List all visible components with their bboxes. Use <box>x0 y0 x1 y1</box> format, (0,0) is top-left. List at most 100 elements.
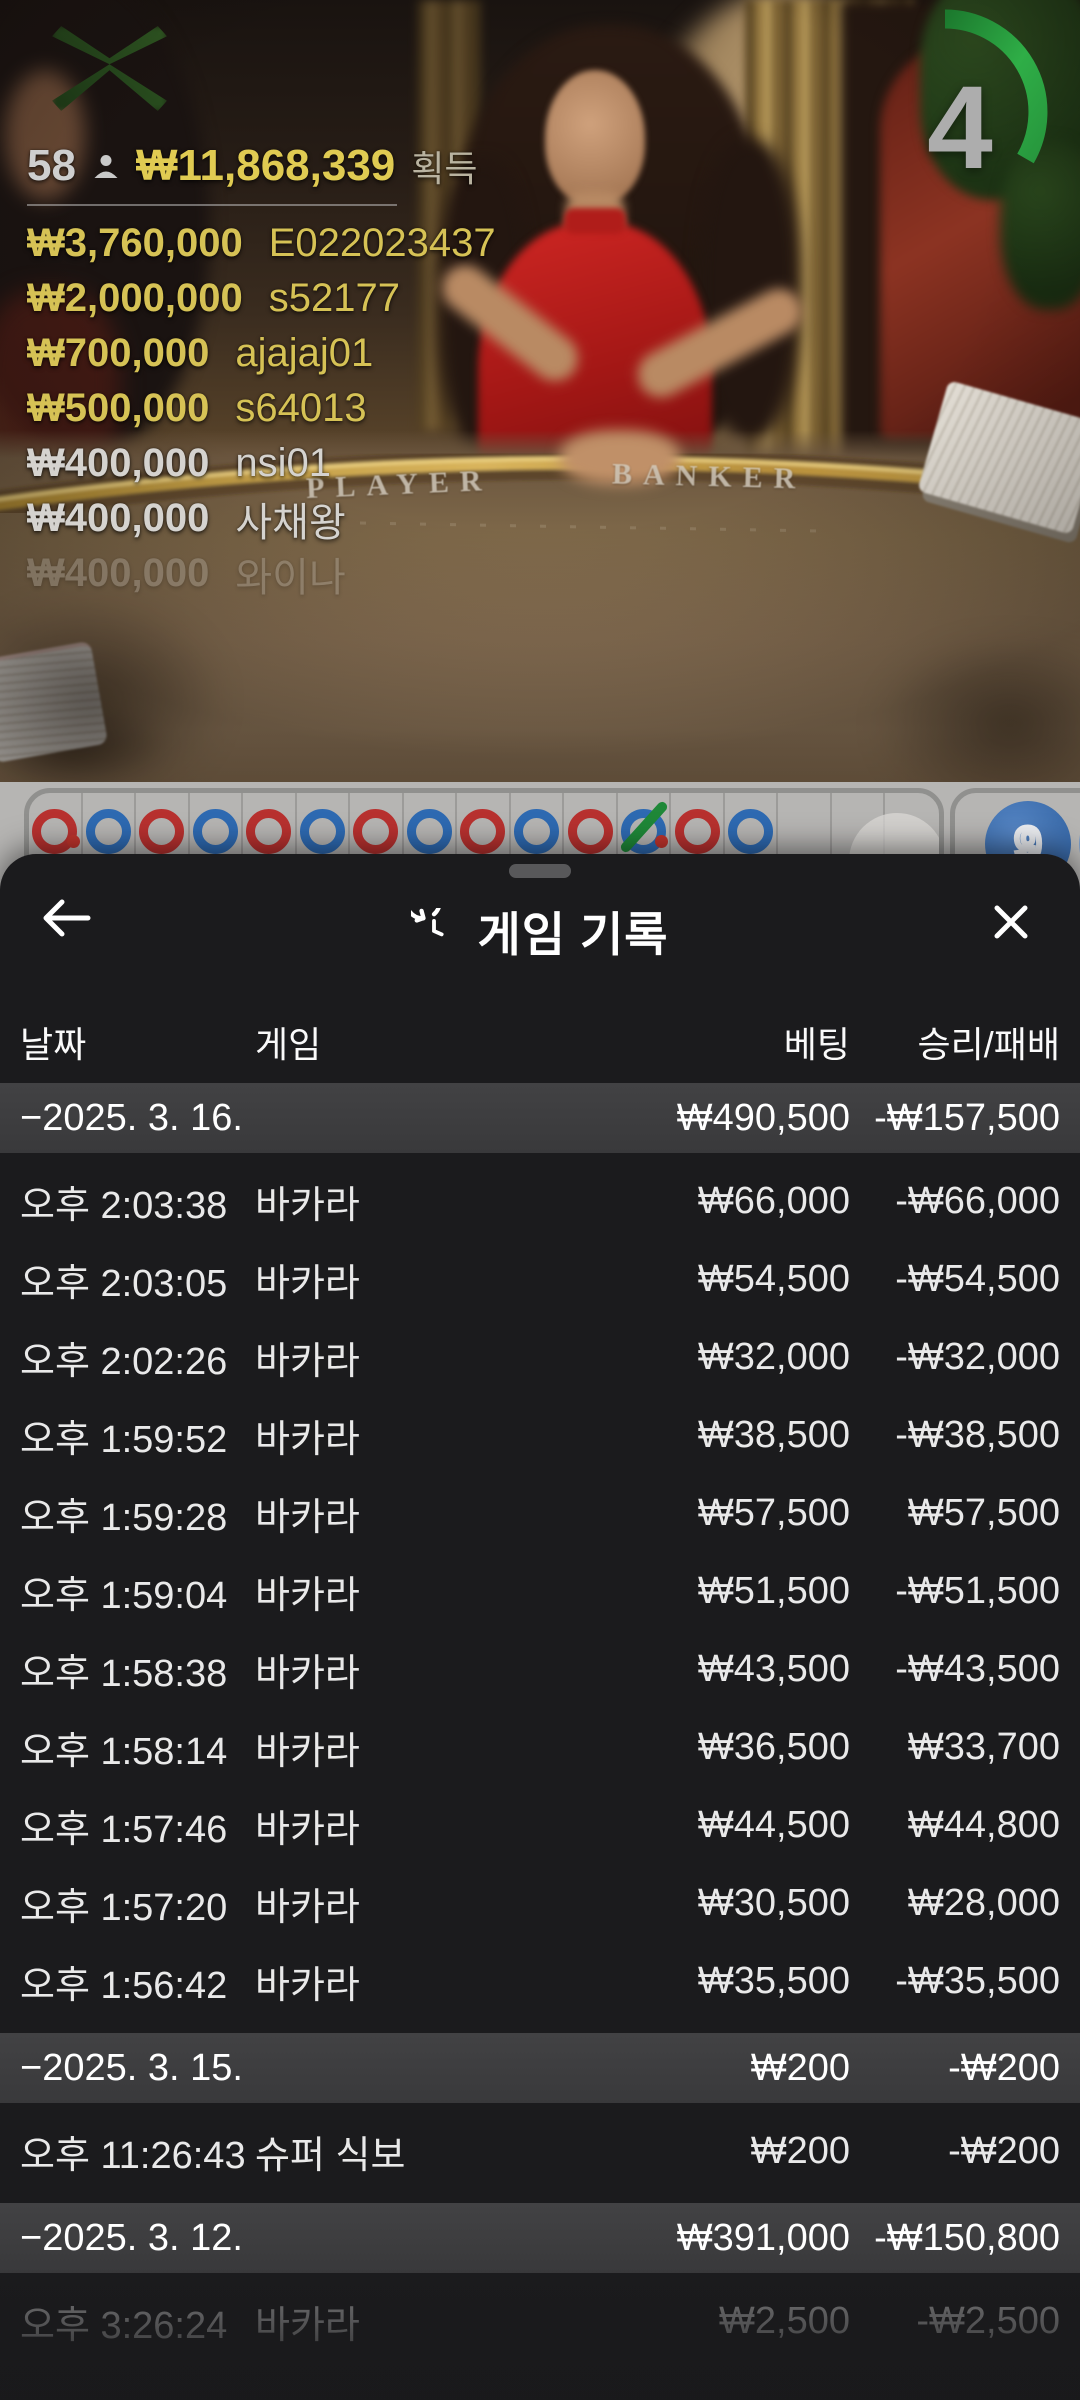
close-icon <box>992 903 1030 941</box>
history-entry-row: 오후 2:03:05바카라₩54,500-₩54,500 <box>0 1240 1080 1318</box>
entry-winloss: -₩43,500 <box>850 1648 1060 1691</box>
winner-name: s52177 <box>269 276 400 321</box>
winner-name: 사채왕 <box>235 490 345 548</box>
person-icon <box>92 152 120 180</box>
history-entry-row: 오후 1:59:28바카라₩57,500₩57,500 <box>0 1474 1080 1552</box>
entry-bet: ₩57,500 <box>600 1492 850 1535</box>
entry-game: 바카라 <box>255 1486 600 1541</box>
winner-amount: ₩2,000,000 <box>27 276 243 321</box>
winners-overlay: 58 ₩11,868,339 획득 ₩3,760,000E022023437₩2… <box>27 140 687 601</box>
red-result-ring <box>568 809 613 854</box>
entry-winloss: ₩44,800 <box>850 1804 1060 1847</box>
entry-winloss: -₩38,500 <box>850 1414 1060 1457</box>
entry-time: 오후 11:26:43 <box>20 2124 255 2179</box>
history-entry-row: 오후 2:03:38바카라₩66,000-₩66,000 <box>0 1162 1080 1240</box>
entry-game: 바카라 <box>255 1720 600 1775</box>
entry-game: 슈퍼 식보 <box>255 2124 600 2179</box>
entry-bet: ₩66,000 <box>600 1180 850 1223</box>
winner-row: ₩400,000 사채왕 <box>27 491 687 546</box>
history-entry-row: 오후 1:57:20바카라₩30,500₩28,000 <box>0 1864 1080 1942</box>
winner-row: ₩3,760,000 E022023437 <box>27 216 687 271</box>
winner-amount: ₩400,000 <box>27 496 209 541</box>
winner-amount: ₩3,760,000 <box>27 221 243 266</box>
group-date: −2025. 3. 15. <box>20 2047 600 2090</box>
entry-bet: ₩38,500 <box>600 1414 850 1457</box>
history-group-row[interactable]: −2025. 3. 16.₩490,500-₩157,500 <box>0 1083 1080 1153</box>
blue-result-ring <box>86 809 131 854</box>
entry-game: 바카라 <box>255 1642 600 1697</box>
close-button[interactable] <box>992 900 1036 944</box>
history-entry-row: 오후 1:57:46바카라₩44,500₩44,800 <box>0 1786 1080 1864</box>
winner-name: ajajaj01 <box>235 331 373 376</box>
history-entry-row: 오후 1:59:04바카라₩51,500-₩51,500 <box>0 1552 1080 1630</box>
winner-name: s64013 <box>235 386 366 431</box>
winner-amount: ₩500,000 <box>27 386 209 431</box>
blue-result-ring <box>407 809 452 854</box>
column-date: 날짜 <box>20 1016 255 1068</box>
red-result-ring <box>353 809 398 854</box>
history-entry-row: 오후 3:26:24바카라₩2,500-₩2,500 <box>0 2282 1080 2360</box>
history-rows: −2025. 3. 16.₩490,500-₩157,500 오후 2:03:38… <box>0 1083 1080 2360</box>
entry-time: 오후 2:03:05 <box>20 1252 255 1307</box>
history-entry-row: 오후 1:58:14바카라₩36,500₩33,700 <box>0 1708 1080 1786</box>
winner-name: nsi01 <box>235 441 331 486</box>
game-history-sheet: 게임 기록 날짜 게임 베팅 승리/패배 −2025. 3. 16.₩490,5… <box>0 854 1080 2400</box>
winner-row: ₩500,000 s64013 <box>27 381 687 436</box>
entry-winloss: -₩2,500 <box>850 2300 1060 2343</box>
timer-seconds: 4 <box>905 60 1015 196</box>
entry-time: 오후 1:56:42 <box>20 1954 255 2009</box>
sheet-header: 게임 기록 <box>0 854 1080 970</box>
betting-timer: 4 <box>850 0 1080 230</box>
blue-result-ring <box>193 809 238 854</box>
entry-winloss: ₩33,700 <box>850 1726 1060 1769</box>
winner-amount: ₩400,000 <box>27 441 209 486</box>
entry-game: 바카라 <box>255 1408 600 1463</box>
entry-time: 오후 1:59:04 <box>20 1564 255 1619</box>
entry-game: 바카라 <box>255 1252 600 1307</box>
entry-game: 바카라 <box>255 1174 600 1229</box>
history-entry-row: 오후 1:59:52바카라₩38,500-₩38,500 <box>0 1396 1080 1474</box>
history-group-row[interactable]: −2025. 3. 15.₩200-₩200 <box>0 2033 1080 2103</box>
history-entry-row: 오후 2:02:26바카라₩32,000-₩32,000 <box>0 1318 1080 1396</box>
win-suffix-label: 획득 <box>411 140 477 192</box>
entry-winloss: -₩54,500 <box>850 1258 1060 1301</box>
entry-game: 바카라 <box>255 2294 600 2349</box>
entry-game: 바카라 <box>255 1564 600 1619</box>
entry-bet: ₩200 <box>600 2130 850 2173</box>
pair-dot <box>67 835 80 848</box>
entry-bet: ₩36,500 <box>600 1726 850 1769</box>
history-entry-row: 오후 11:26:43슈퍼 식보₩200-₩200 <box>0 2112 1080 2190</box>
entry-winloss: -₩66,000 <box>850 1180 1060 1223</box>
winner-name: E022023437 <box>269 221 496 266</box>
entry-time: 오후 1:58:14 <box>20 1720 255 1775</box>
entry-bet: ₩54,500 <box>600 1258 850 1301</box>
entry-time: 오후 1:57:46 <box>20 1798 255 1853</box>
red-result-ring <box>139 809 184 854</box>
history-icon <box>411 908 457 954</box>
group-winloss-total: -₩157,500 <box>850 1097 1060 1140</box>
sheet-title: 게임 기록 <box>0 896 1080 965</box>
entry-winloss: ₩28,000 <box>850 1882 1060 1925</box>
winner-row: ₩2,000,000 s52177 <box>27 271 687 326</box>
history-entry-row: 오후 1:56:42바카라₩35,500-₩35,500 <box>0 1942 1080 2020</box>
entry-time: 오후 1:58:38 <box>20 1642 255 1697</box>
blue-result-ring <box>514 809 559 854</box>
group-date: −2025. 3. 16. <box>20 1097 600 1140</box>
group-bet-total: ₩200 <box>600 2047 850 2090</box>
live-baccarat-screen: PLAYER BANKER 58 ₩11,868,339 획득 ₩3,760,0… <box>0 0 1080 2400</box>
entry-time: 오후 3:26:24 <box>20 2294 255 2349</box>
history-group-row[interactable]: −2025. 3. 12.₩391,000-₩150,800 <box>0 2203 1080 2273</box>
live-video-area: PLAYER BANKER 58 ₩11,868,339 획득 ₩3,760,0… <box>0 0 1080 782</box>
entry-winloss: ₩57,500 <box>850 1492 1060 1535</box>
winner-amount: ₩700,000 <box>27 331 209 376</box>
entry-time: 오후 1:57:20 <box>20 1876 255 1931</box>
entry-time: 오후 2:03:38 <box>20 1174 255 1229</box>
winner-count: 58 <box>27 141 76 191</box>
entry-bet: ₩2,500 <box>600 2300 850 2343</box>
winner-name: 와이나 <box>235 545 345 603</box>
entry-bet: ₩32,000 <box>600 1336 850 1379</box>
entry-bet: ₩51,500 <box>600 1570 850 1613</box>
column-game: 게임 <box>255 1016 600 1068</box>
sheet-title-text: 게임 기록 <box>477 896 668 965</box>
group-bet-total: ₩391,000 <box>600 2217 850 2260</box>
